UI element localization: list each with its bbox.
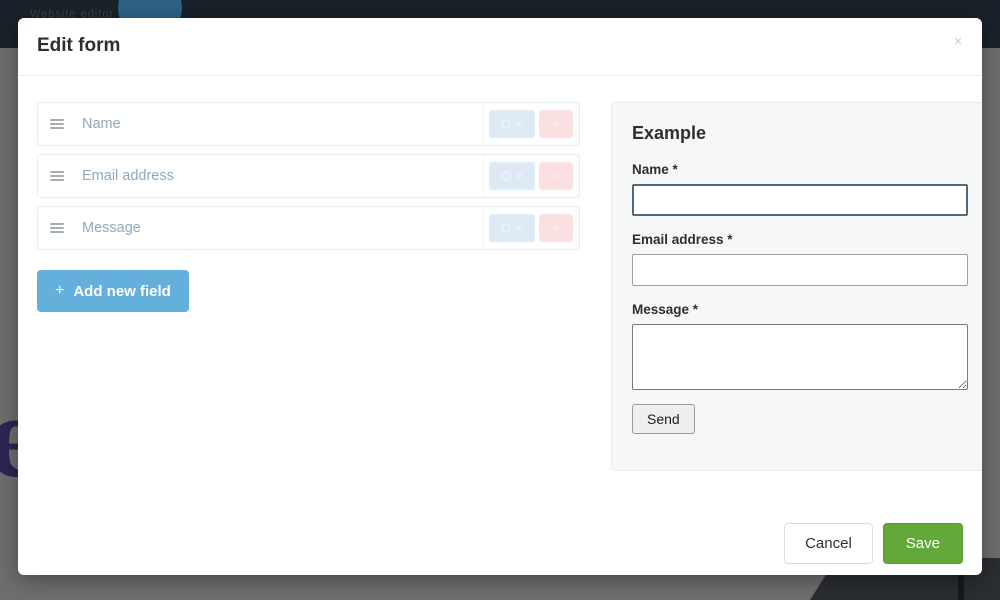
- delete-field-button[interactable]: ×: [539, 214, 573, 242]
- example-preview-panel: Example Name * Email address * Message *…: [611, 102, 982, 471]
- field-settings-button[interactable]: [489, 214, 535, 242]
- add-new-field-label: Add new field: [73, 282, 171, 300]
- drag-handle-icon[interactable]: [38, 169, 76, 183]
- preview-name-input[interactable]: [632, 184, 968, 216]
- gear-icon: [501, 119, 511, 129]
- preview-email-input[interactable]: [632, 254, 968, 286]
- chevron-down-icon: [515, 225, 523, 231]
- drag-handle-icon[interactable]: [38, 117, 76, 131]
- preview-message-textarea[interactable]: [632, 324, 968, 390]
- preview-send-button[interactable]: Send: [632, 404, 695, 434]
- field-settings-button[interactable]: [489, 162, 535, 190]
- row-actions: ×: [484, 110, 579, 138]
- gear-icon: [501, 171, 511, 181]
- modal-header: Edit form ×: [18, 18, 982, 76]
- field-label-input[interactable]: [76, 168, 483, 184]
- modal-body: × ×: [18, 76, 982, 516]
- table-row[interactable]: ×: [37, 154, 580, 198]
- table-row[interactable]: ×: [37, 102, 580, 146]
- chevron-down-icon: [515, 173, 523, 179]
- chevron-down-icon: [515, 121, 523, 127]
- row-actions: ×: [484, 214, 579, 242]
- table-row[interactable]: ×: [37, 206, 580, 250]
- field-editor-list: × ×: [37, 102, 580, 312]
- field-label-input[interactable]: [76, 116, 483, 132]
- footer-actions: Cancel Save: [784, 523, 963, 564]
- add-new-field-button[interactable]: + Add new field: [37, 270, 189, 312]
- field-label-input[interactable]: [76, 220, 483, 236]
- example-panel-title: Example: [632, 123, 707, 143]
- preview-field-label: Message *: [632, 302, 699, 317]
- preview-field-label: Email address *: [632, 232, 733, 247]
- save-button[interactable]: Save: [882, 523, 963, 564]
- delete-field-button[interactable]: ×: [539, 110, 573, 138]
- cancel-button[interactable]: Cancel: [784, 523, 873, 564]
- edit-form-modal: Edit form × ×: [18, 18, 982, 575]
- preview-field-label: Name *: [632, 162, 678, 177]
- close-icon[interactable]: ×: [946, 30, 970, 54]
- row-actions: ×: [484, 162, 579, 190]
- delete-field-button[interactable]: ×: [539, 162, 573, 190]
- modal-footer: Cancel Save: [18, 515, 982, 575]
- page-title: Edit form: [37, 35, 121, 56]
- drag-handle-icon[interactable]: [38, 221, 76, 235]
- plus-icon: +: [55, 282, 65, 299]
- field-settings-button[interactable]: [489, 110, 535, 138]
- gear-icon: [501, 223, 511, 233]
